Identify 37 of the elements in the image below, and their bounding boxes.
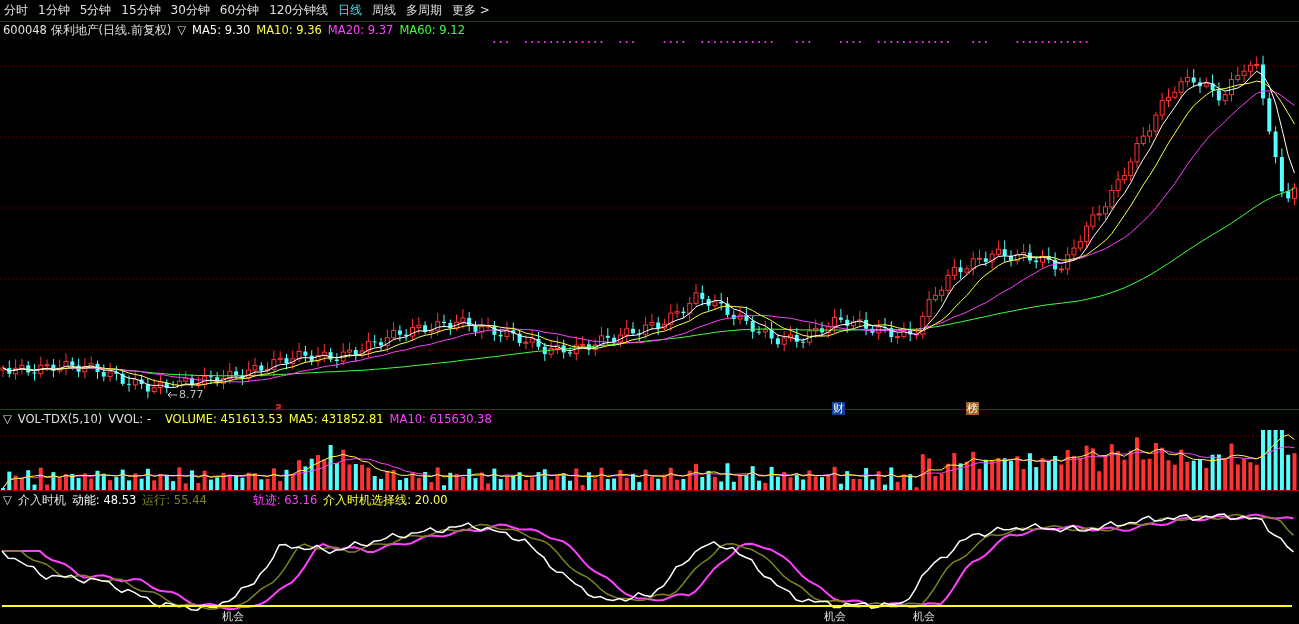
period-tab[interactable]: 60分钟 — [219, 2, 260, 19]
legend-value: MA10: 615630.38 — [389, 412, 492, 426]
legend-value: 介入时机选择线: 20.00 — [323, 492, 448, 508]
legend-value: MA20: 9.37 — [327, 23, 394, 37]
legend-value: 运行: 55.44 — [142, 492, 207, 508]
legend-value: MA5: 431852.81 — [288, 412, 384, 426]
period-tab[interactable]: 周线 — [372, 2, 397, 19]
signal-label: 机会 — [824, 609, 846, 624]
signal-label: 机会 — [913, 609, 935, 624]
indicator-value: VVOL: - — [108, 412, 151, 426]
period-tab[interactable]: 5分钟 — [79, 2, 112, 19]
stock-title: 600048 保利地产(日线.前复权) — [3, 22, 172, 38]
indicator-name: 介入时机 — [17, 492, 66, 508]
toggle-glyph[interactable]: ▽ — [177, 23, 187, 37]
period-tab[interactable]: 15分钟 — [121, 2, 161, 19]
signal-label: 机会 — [222, 609, 244, 624]
legend-value: MA5: 9.30 — [192, 23, 251, 37]
period-tab[interactable]: 30分钟 — [170, 2, 210, 19]
legend-value: MA10: 9.36 — [256, 23, 322, 37]
legend-value: 动能: 48.53 — [71, 492, 137, 508]
period-tab[interactable]: 更多 > — [452, 2, 490, 19]
period-tab[interactable]: 120分钟线 — [269, 2, 329, 19]
period-tab[interactable]: 日线 — [338, 2, 363, 19]
low-price-label: 8.77 — [179, 388, 204, 401]
event-marker-icon — [275, 404, 282, 409]
legend-value: MA60: 9.12 — [399, 23, 465, 37]
period-tab[interactable]: 分时 — [4, 2, 28, 19]
period-tab[interactable]: 多周期 — [406, 2, 443, 19]
toggle-glyph[interactable]: ▽ — [3, 412, 12, 426]
event-badge[interactable]: 榜 — [966, 402, 979, 415]
event-badge[interactable]: 财 — [832, 402, 845, 415]
legend-value: VOLUME: 451613.53 — [164, 412, 283, 426]
legend-value: 轨迹: 63.16 — [252, 492, 318, 508]
toggle-glyph[interactable]: ▽ — [3, 493, 12, 507]
period-tab[interactable]: 1分钟 — [38, 2, 70, 19]
arrow-icon — [168, 390, 178, 399]
indicator-name: VOL-TDX(5,10) — [17, 412, 103, 426]
